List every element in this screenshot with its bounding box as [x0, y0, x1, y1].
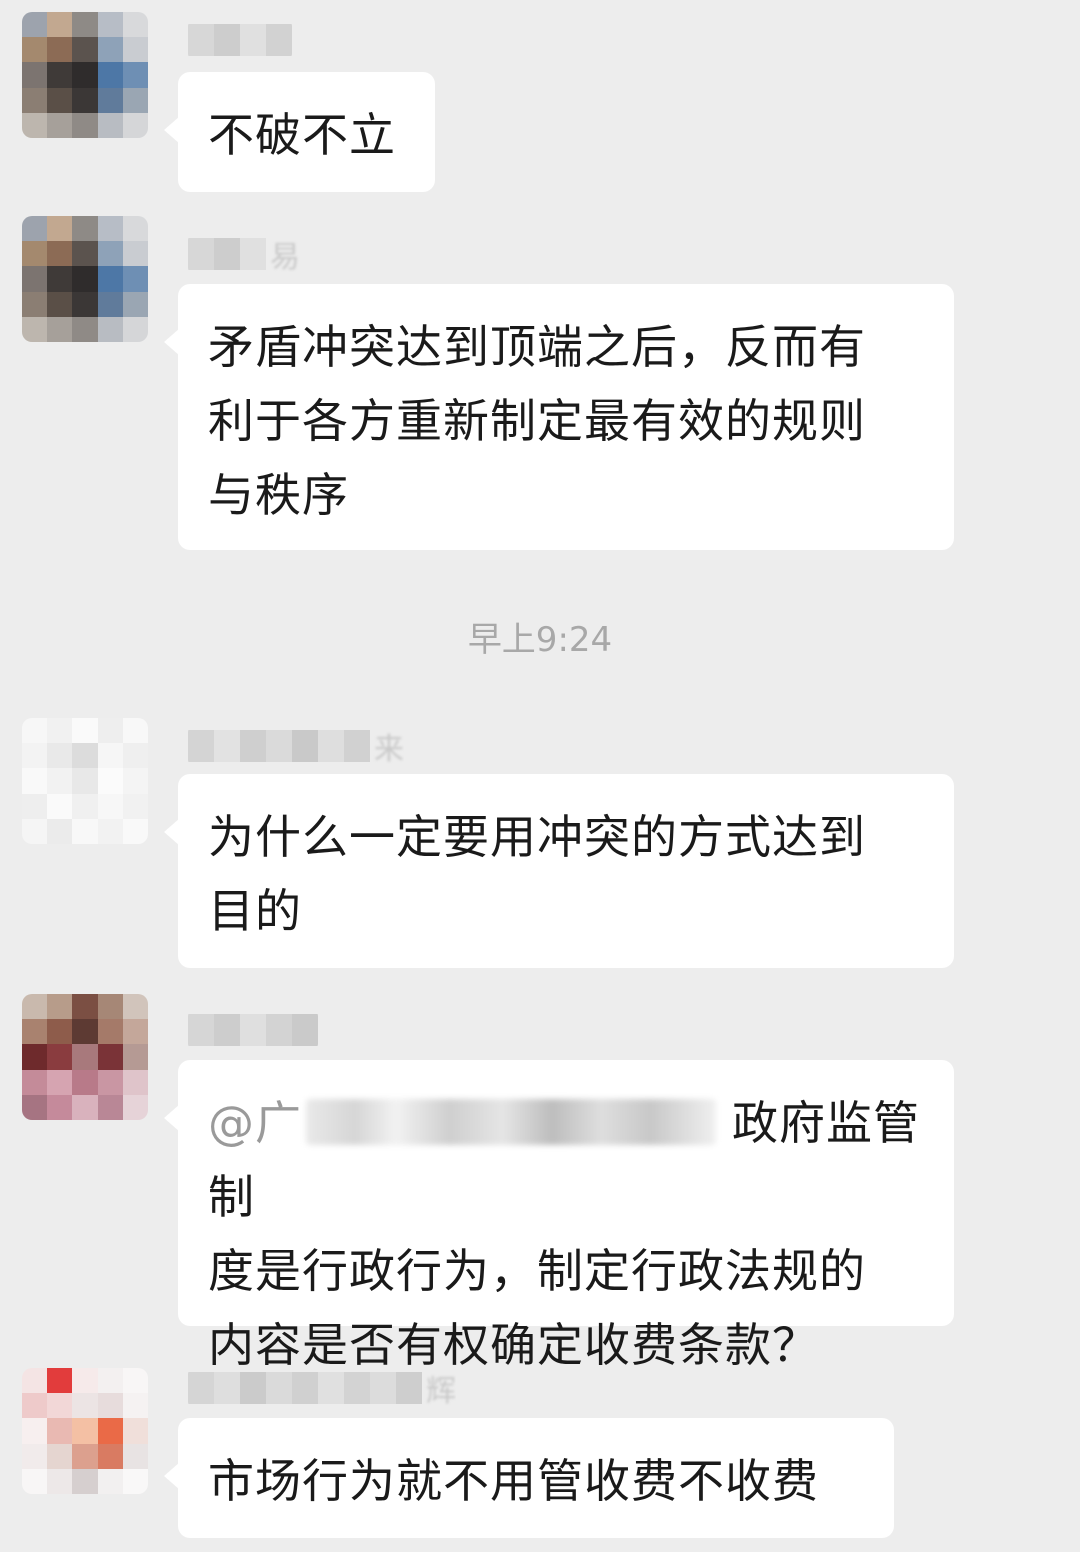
message-text-line: 利于各方重新制定最有效的规则	[208, 394, 866, 448]
message-bubble[interactable]: 为什么一定要用冲突的方式达到 目的	[164, 774, 954, 968]
sender-name-suffix: 辉	[426, 1374, 456, 1406]
message-text-line: @广 政府监管制	[208, 1086, 926, 1234]
avatar[interactable]	[22, 12, 148, 138]
chat-message-list[interactable]: 不破不立 易 矛盾冲突达到顶端之后，反而有 利于各方重新制定最有效的规则 与秩序…	[0, 0, 1080, 1552]
sender-name	[188, 1012, 318, 1048]
avatar[interactable]	[22, 216, 148, 342]
sender-name: 辉	[188, 1370, 456, 1406]
message-text-line: 度是行政行为，制定行政法规的	[208, 1244, 866, 1298]
avatar[interactable]	[22, 718, 148, 844]
sender-name	[188, 22, 292, 58]
message-bubble[interactable]: 不破不立	[164, 72, 435, 192]
message-timestamp: 早上9:24	[467, 620, 613, 660]
message-text-line: 不破不立	[208, 108, 396, 162]
avatar[interactable]	[22, 994, 148, 1120]
mention-tag[interactable]: @广	[208, 1096, 302, 1150]
message-bubble[interactable]: 市场行为就不用管收费不收费	[164, 1418, 894, 1538]
avatar[interactable]	[22, 1368, 148, 1494]
message-text-line: 目的	[208, 884, 302, 938]
message-text-line: 与秩序	[208, 468, 349, 522]
sender-name: 易	[188, 236, 300, 272]
message-text-line: 矛盾冲突达到顶端之后，反而有	[208, 320, 866, 374]
sender-name: 来	[188, 728, 404, 764]
message-bubble[interactable]: @广 政府监管制 度是行政行为，制定行政法规的 内容是否有权确定收费条款？	[164, 1060, 954, 1372]
sender-name-suffix: 易	[270, 240, 300, 272]
message-bubble[interactable]: 矛盾冲突达到顶端之后，反而有 利于各方重新制定最有效的规则 与秩序	[164, 284, 954, 550]
message-text-line: 为什么一定要用冲突的方式达到	[208, 810, 866, 864]
message-text-line: 市场行为就不用管收费不收费	[208, 1454, 819, 1508]
sender-name-suffix: 来	[374, 732, 404, 764]
mention-name-blurred	[306, 1099, 716, 1145]
